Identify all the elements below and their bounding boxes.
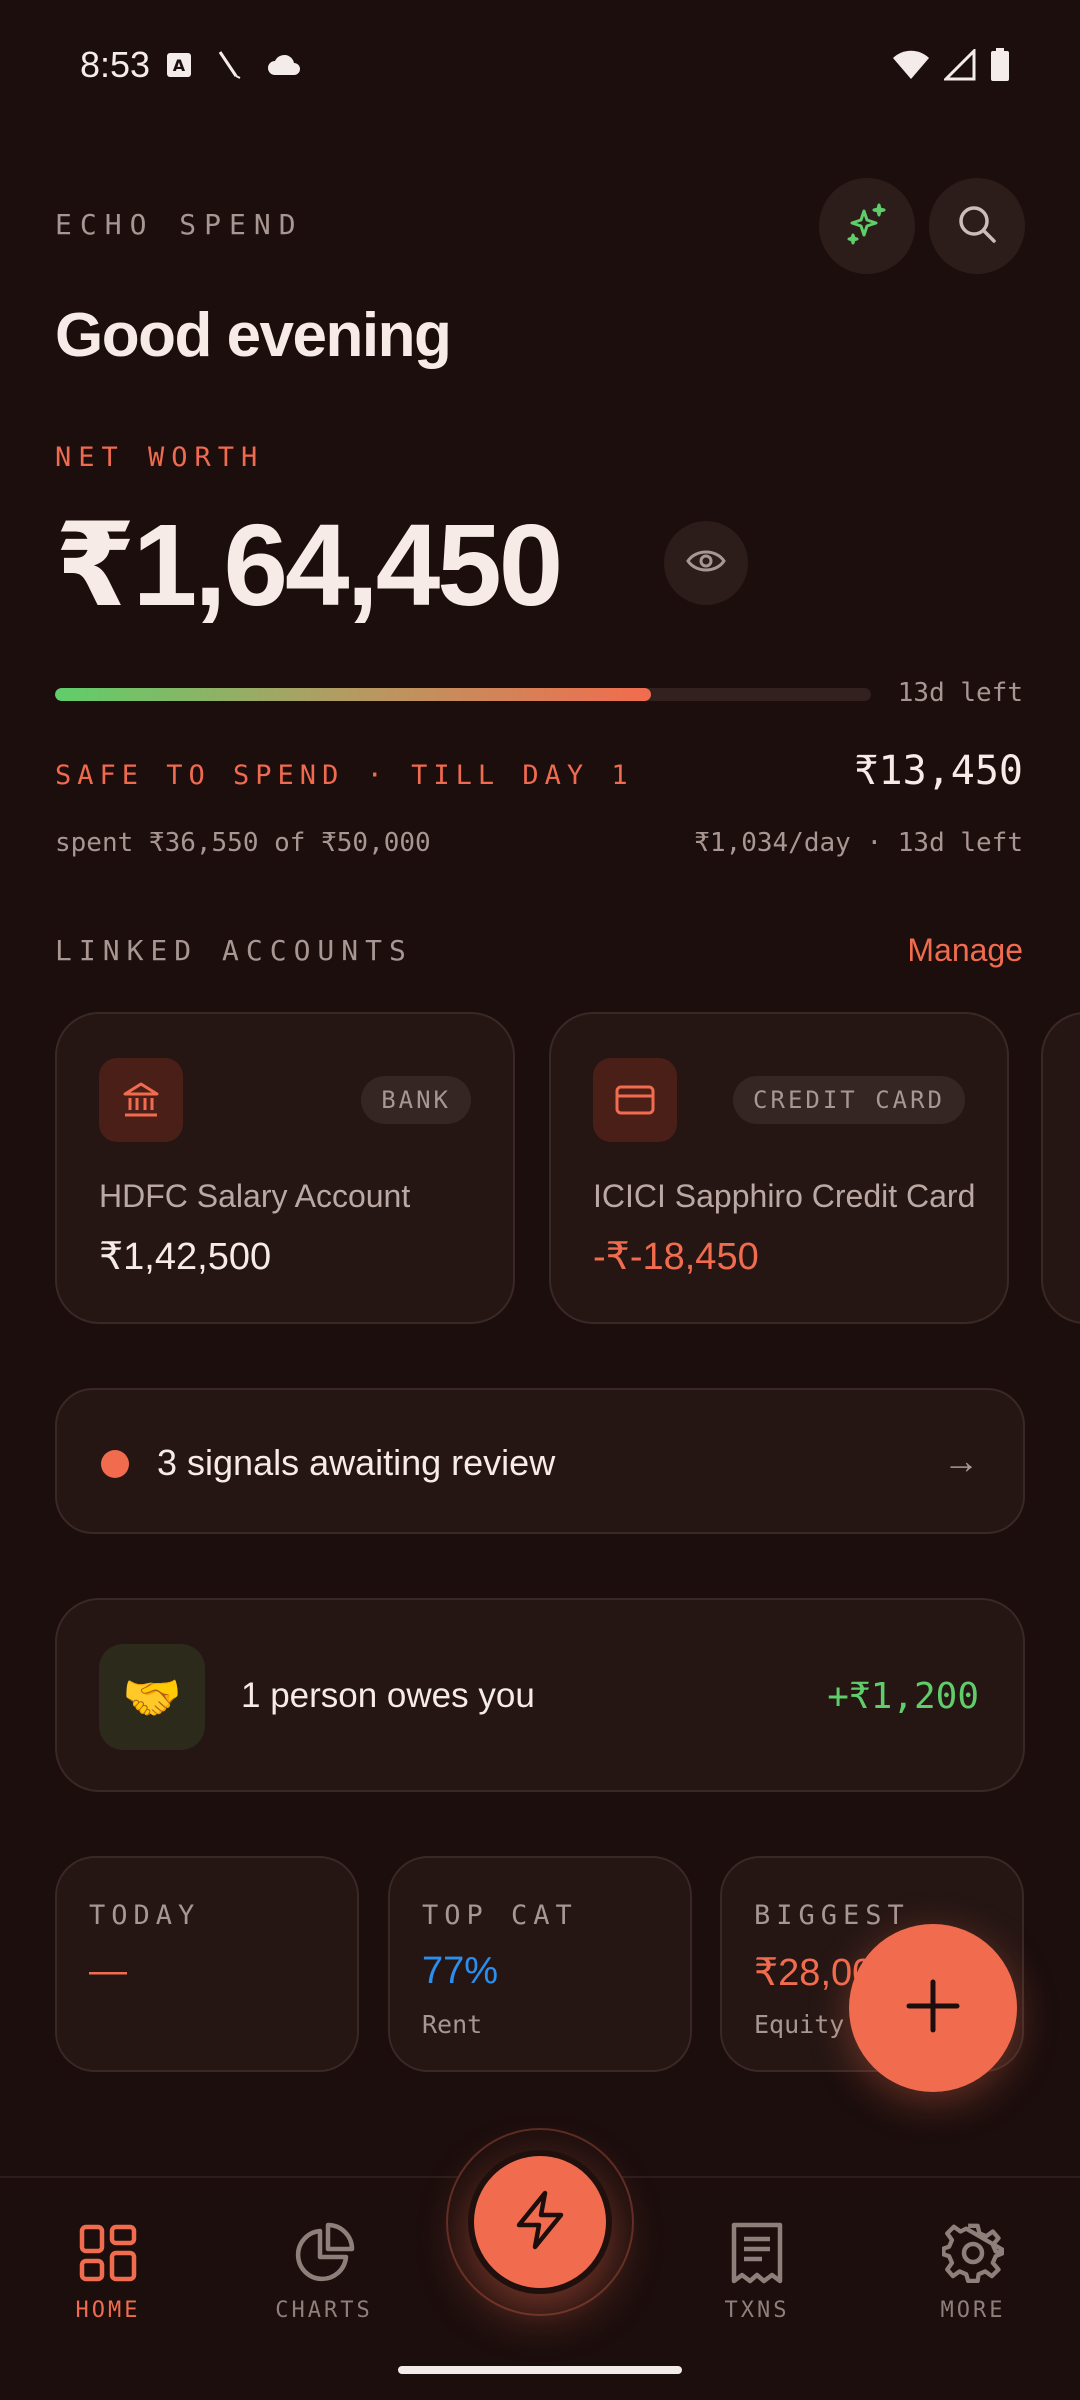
grid-icon [38,2218,178,2288]
add-transaction-button[interactable] [849,1924,1017,2092]
linked-accounts-label: LINKED ACCOUNTS [55,934,413,967]
gear-icon [903,2218,1043,2288]
lightning-icon [509,2189,571,2256]
notification-a-icon: A [166,52,192,83]
budget-progress-fill [55,688,652,701]
pie-chart-icon [254,2218,394,2288]
account-name: HDFC Salary Account [99,1178,411,1214]
bank-icon [99,1058,183,1142]
plus-icon [901,1974,965,2043]
status-bar: 8:53 A [0,0,1080,135]
safe-to-spend-value: ₹13,450 [854,748,1023,794]
stat-top-category[interactable]: TOP CAT 77% Rent [388,1856,692,2072]
net-worth-value: ₹1,64,450 [55,500,563,630]
alert-dot-icon [101,1450,129,1478]
svg-text:A: A [173,56,186,75]
app-brand: ECHO SPEND [55,208,304,241]
ai-assistant-button[interactable] [819,178,915,274]
quick-action-button[interactable] [468,2150,612,2294]
stat-label: TOP CAT [422,1900,578,1931]
nav-home[interactable]: HOME [38,2218,178,2323]
toggle-visibility-button[interactable] [664,521,748,605]
search-icon [955,202,999,251]
stat-label: TODAY [89,1900,201,1931]
credit-card-icon [593,1058,677,1142]
sparkles-icon [844,201,890,252]
account-card-icici[interactable]: CREDIT CARD ICICI Sapphiro Credit Card -… [549,1012,1009,1324]
arrow-right-icon: → [943,1440,979,1481]
account-card-hdfc[interactable]: BANK HDFC Salary Account ₹1,42,500 [55,1012,515,1324]
nav-more[interactable]: MORE [903,2218,1043,2323]
status-time: 8:53 [80,44,151,85]
nav-transactions[interactable]: TXNS [687,2218,827,2323]
handshake-icon: 🤝 [99,1644,205,1750]
cloud-icon [266,53,302,82]
stat-value: 77% [422,1950,499,1992]
net-worth-label: NET WORTH [55,442,265,473]
stat-label: BIGGEST [754,1900,910,1931]
safe-to-spend-label: SAFE TO SPEND · TILL DAY 1 [55,760,634,791]
owes-text: 1 person owes you [241,1676,535,1715]
owes-amount: +₹1,200 [827,1676,979,1717]
stat-value: — [89,1950,127,1992]
greeting-title: Good evening [55,301,452,370]
stat-sub: Rent [422,2010,483,2039]
account-type-badge: CREDIT CARD [733,1076,965,1124]
days-left-label: 13d left [897,678,1023,708]
account-type-badge: BANK [361,1076,471,1124]
wifi-icon [892,49,930,86]
nav-label: TXNS [724,2298,790,2323]
owed-to-you-card[interactable]: 🤝 1 person owes you +₹1,200 [55,1598,1025,1792]
receipt-icon [687,2218,827,2288]
signals-review-banner[interactable]: 3 signals awaiting review → [55,1388,1025,1534]
eye-icon [686,547,726,580]
home-indicator[interactable] [398,2366,682,2374]
nav-label: MORE [940,2298,1006,2323]
quick-action-ring [446,2128,634,2316]
manage-accounts-link[interactable]: Manage [907,932,1023,969]
battery-icon [990,48,1010,87]
stat-sub: Equity [754,2010,845,2039]
account-name: ICICI Sapphiro Credit Card [593,1178,976,1214]
notification-stylus-icon [216,50,242,85]
cell-signal-icon [942,47,976,86]
account-balance: -₹-18,450 [593,1236,759,1278]
account-card-next[interactable] [1041,1012,1080,1324]
budget-progress-bar [55,688,871,701]
nav-label: CHARTS [275,2298,373,2323]
search-button[interactable] [929,178,1025,274]
nav-charts[interactable]: CHARTS [254,2218,394,2323]
account-balance: ₹1,42,500 [99,1236,272,1278]
spent-summary: spent ₹36,550 of ₹50,000 [55,828,431,858]
per-day-summary: ₹1,034/day · 13d left [694,828,1023,858]
nav-label: HOME [75,2298,141,2323]
stat-today[interactable]: TODAY — [55,1856,359,2072]
signals-text: 3 signals awaiting review [157,1442,556,1483]
